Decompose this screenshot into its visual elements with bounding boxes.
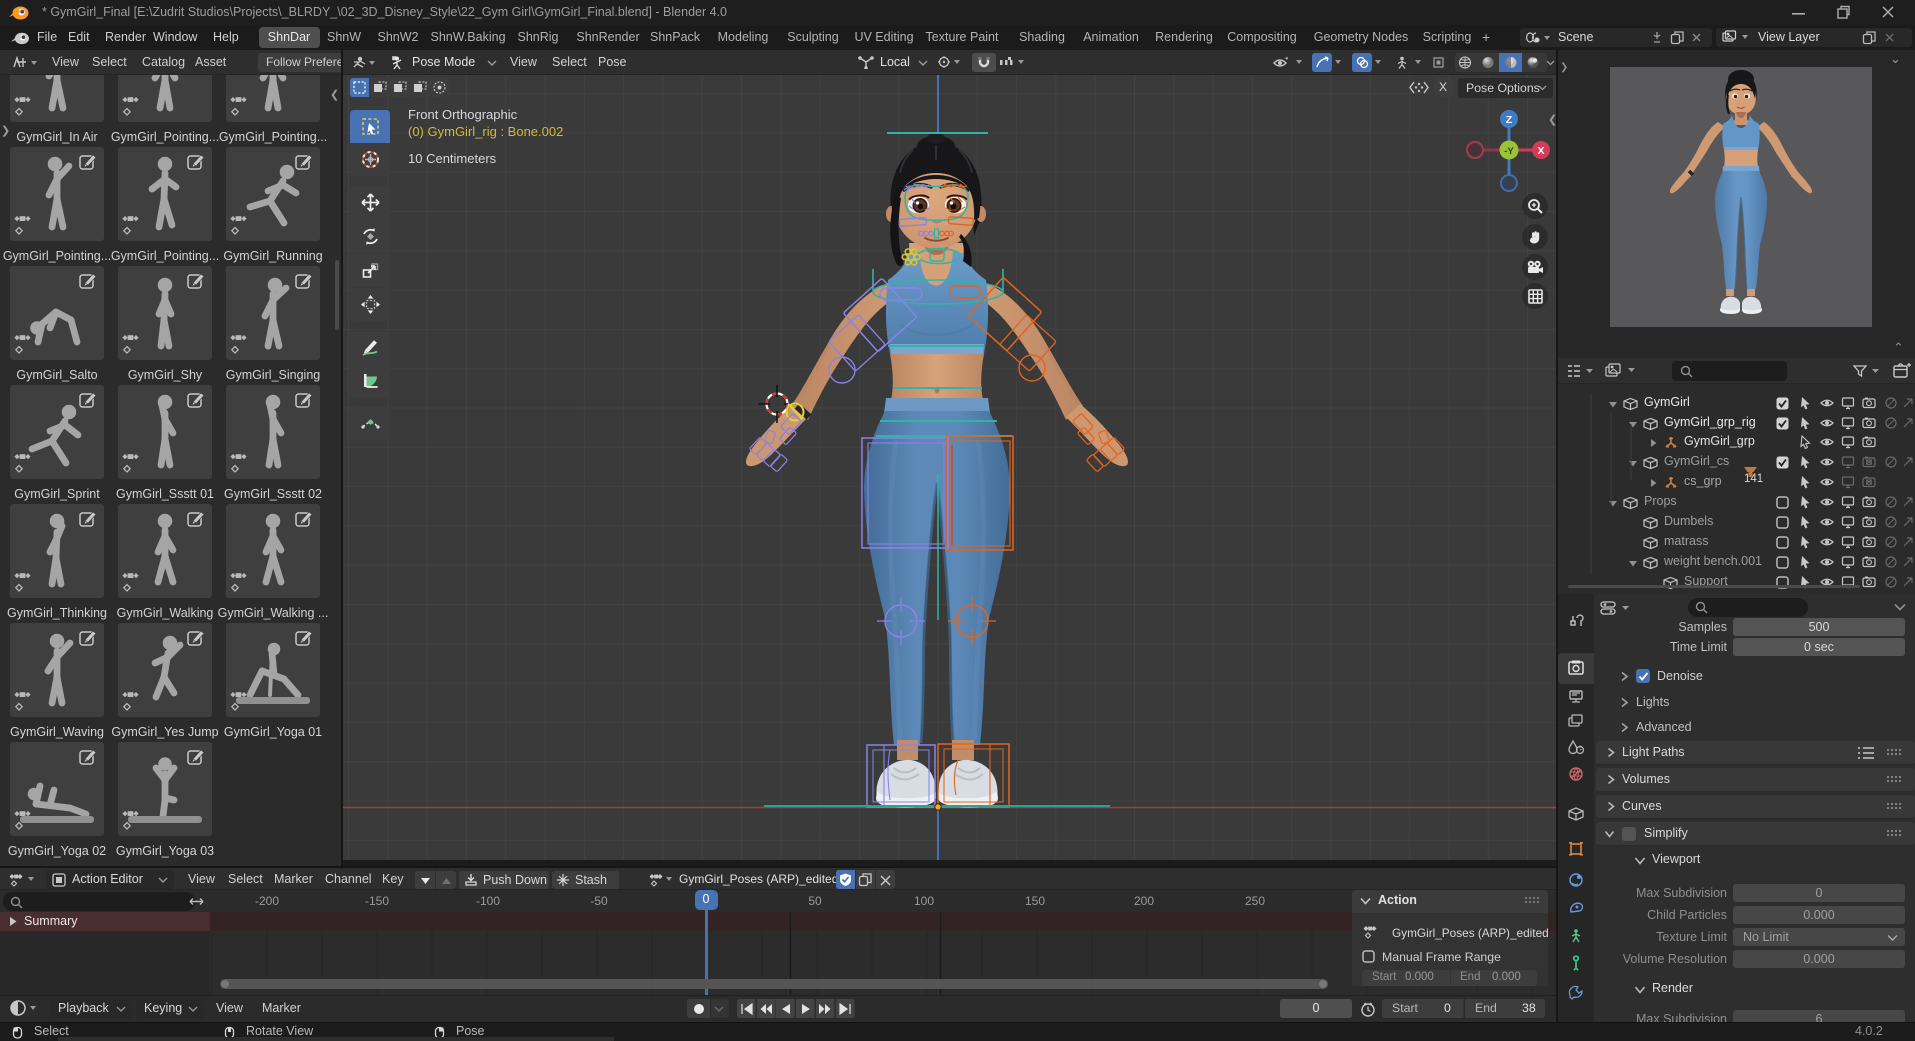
svg-text:X: X xyxy=(1537,145,1544,157)
svg-text:Z: Z xyxy=(1506,114,1513,126)
svg-text:-Y: -Y xyxy=(1504,146,1514,157)
